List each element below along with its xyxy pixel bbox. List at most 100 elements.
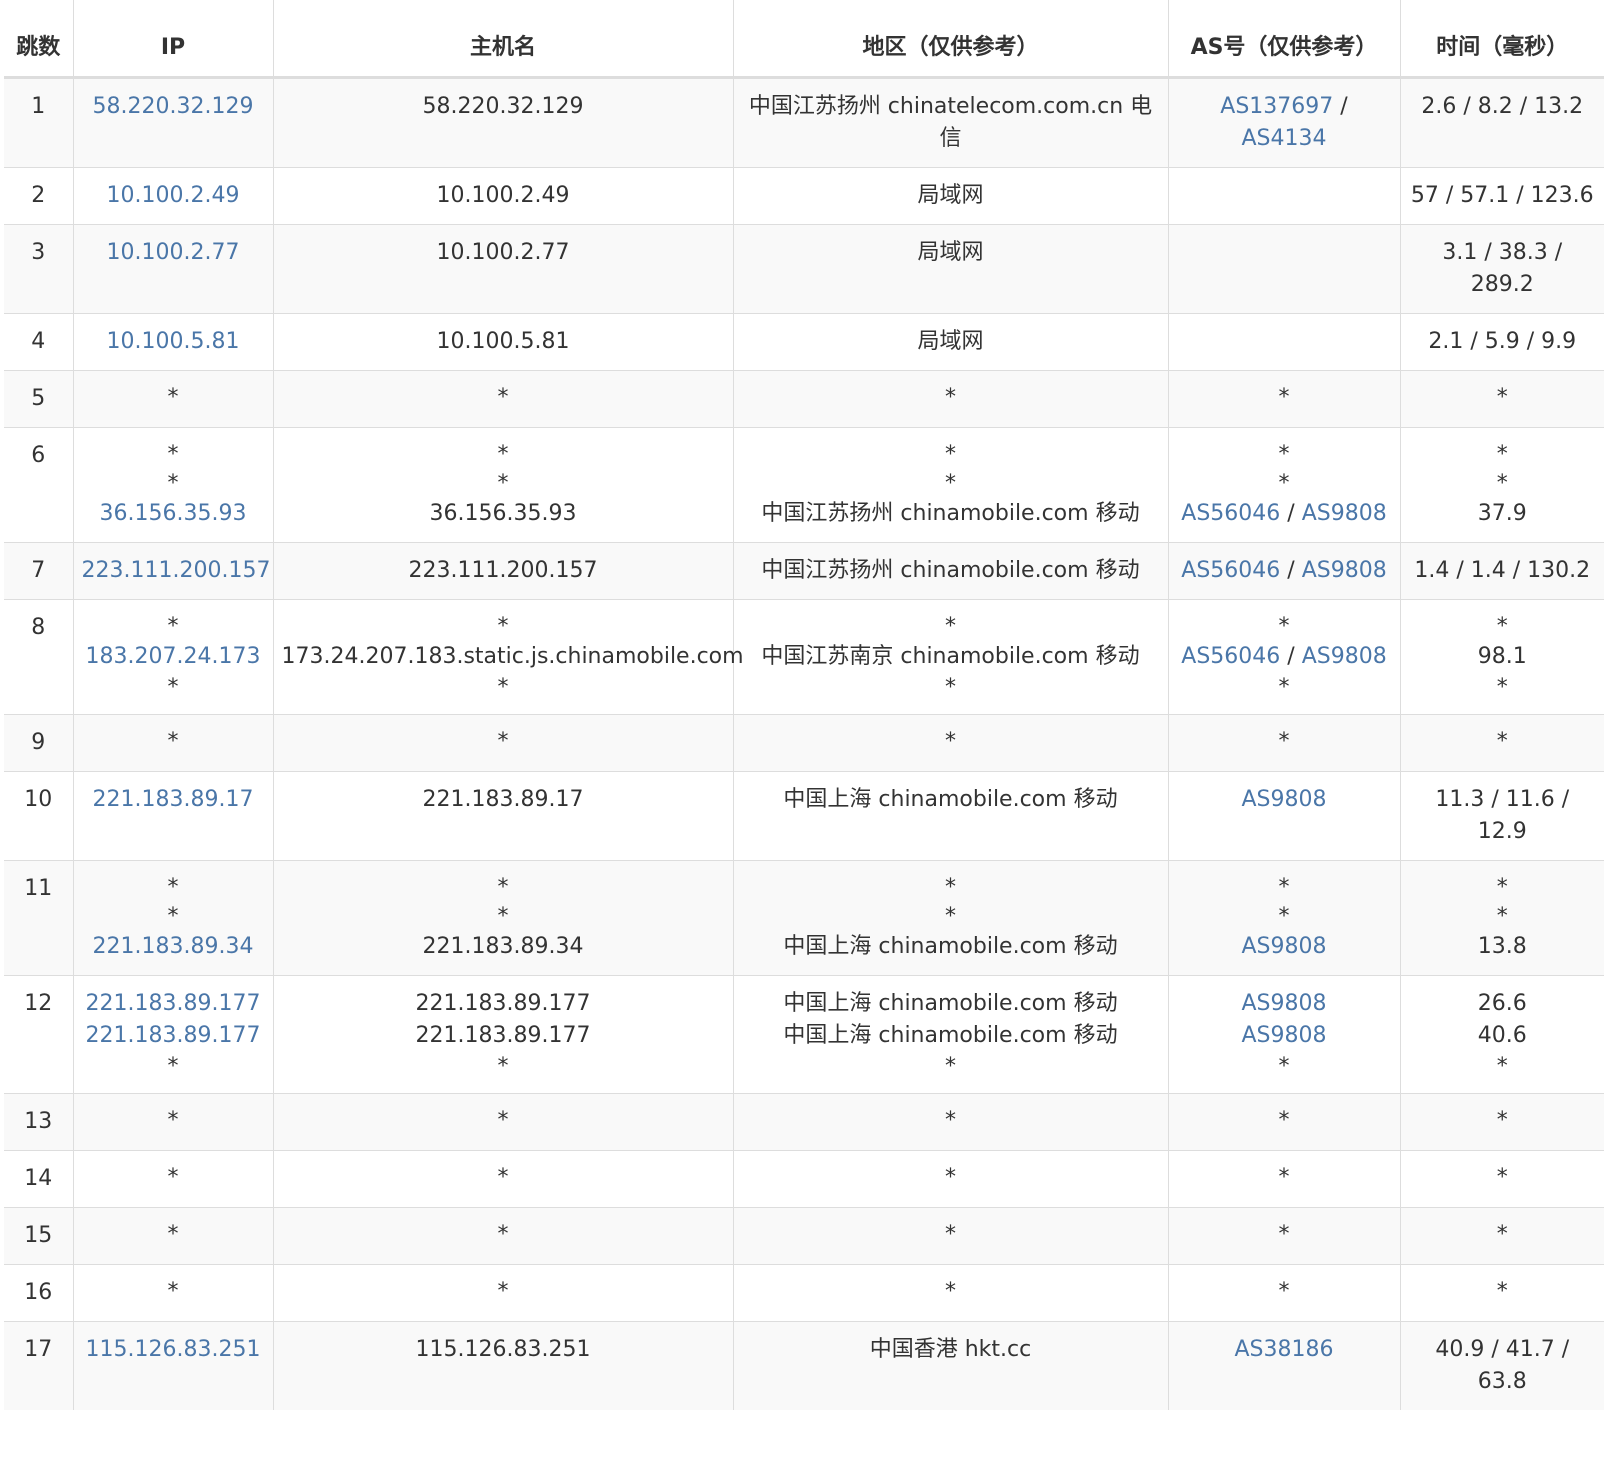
time-text: 2.6 / 8.2 / 13.2: [1421, 94, 1584, 119]
hop-cell: 4: [4, 313, 73, 371]
hostname-text: 221.183.89.177: [415, 1023, 591, 1048]
asn-line: AS137697 / AS4134: [1177, 91, 1392, 155]
ip-link[interactable]: 36.156.35.93: [82, 498, 265, 530]
time-cell: *: [1399, 1150, 1604, 1208]
hostname-cell: * * 36.156.35.93: [272, 427, 733, 543]
timeout-marker: *: [1496, 904, 1508, 929]
ip-link[interactable]: 10.100.2.49: [82, 180, 265, 212]
timeout-marker: *: [1278, 904, 1290, 929]
timeout-marker: *: [497, 729, 509, 754]
ip-cell: 223.111.200.157: [72, 542, 273, 600]
hop-cell: 11: [4, 860, 73, 976]
ip-cell: 221.183.89.17: [72, 771, 273, 861]
table-row: 12 221.183.89.177 221.183.89.177 * 221.183.8…: [4, 975, 1604, 1094]
timeout-marker: *: [167, 1054, 179, 1079]
asn-line: AS9808: [1177, 784, 1392, 816]
timeout-marker: *: [1278, 1279, 1290, 1304]
asn-link[interactable]: AS9808: [1241, 787, 1326, 812]
timeout-marker: *: [167, 904, 179, 929]
timeout-marker: *: [945, 1279, 956, 1304]
ip-link[interactable]: 58.220.32.129: [82, 91, 265, 123]
hop-cell: 10: [4, 771, 73, 861]
time-cell: *: [1399, 1093, 1604, 1151]
hop-cell: 7: [4, 542, 73, 600]
hop-number: 12: [24, 991, 53, 1016]
table-row: 15 * * * * *: [4, 1207, 1604, 1265]
ip-cell: 58.220.32.129: [72, 77, 273, 168]
asn-line: AS9808: [1177, 1020, 1392, 1052]
timeout-marker: *: [497, 442, 509, 467]
table-header: 跳数 IP 主机名 地区（仅供参考） AS号（仅供参考） 时间（毫秒）: [4, 0, 1604, 79]
timeout-marker: *: [497, 1222, 509, 1247]
timeout-marker: *: [1278, 1054, 1290, 1079]
asn-link[interactable]: AS38186: [1235, 1337, 1334, 1362]
region-cell: * * 中国上海 chinamobile.com 移动: [732, 860, 1168, 976]
ip-link[interactable]: 221.183.89.34: [82, 931, 265, 963]
hostname-text: 221.183.89.177: [415, 991, 591, 1016]
ip-link[interactable]: 115.126.83.251: [82, 1334, 265, 1366]
timeout-marker: *: [497, 1279, 509, 1304]
time-text: 13.8: [1477, 934, 1527, 959]
asn-cell: [1167, 224, 1400, 314]
asn-link[interactable]: AS137697: [1220, 94, 1333, 119]
asn-link[interactable]: AS4134: [1241, 126, 1326, 151]
hop-cell: 8: [4, 599, 73, 715]
region-cell: 中国江苏扬州 chinatelecom.com.cn 电信: [732, 77, 1168, 168]
region-cell: *: [732, 714, 1168, 772]
region-cell: 中国香港 hkt.cc: [732, 1321, 1168, 1410]
traceroute-table: 跳数 IP 主机名 地区（仅供参考） AS号（仅供参考） 时间（毫秒） 1 58.…: [4, 0, 1604, 1410]
asn-link[interactable]: AS9808: [1241, 1023, 1326, 1048]
ip-link[interactable]: 221.183.89.177: [82, 988, 265, 1020]
asn-link[interactable]: AS56046: [1181, 501, 1280, 526]
asn-cell: [1167, 313, 1400, 371]
region-cell: *: [732, 1093, 1168, 1151]
asn-cell: AS38186: [1167, 1321, 1400, 1410]
hostname-cell: * * 221.183.89.34: [272, 860, 733, 976]
table-body: 1 58.220.32.129 58.220.32.129 中国江苏扬州 chinat…: [4, 77, 1604, 1410]
ip-link[interactable]: 183.207.24.173: [82, 641, 265, 673]
table-row: 4 10.100.5.81 10.100.5.81 局域网 2.1 / 5.9 / 9.…: [4, 313, 1604, 371]
hostname-text: 58.220.32.129: [422, 94, 584, 119]
timeout-marker: *: [1496, 1222, 1508, 1247]
timeout-marker: *: [1496, 385, 1508, 410]
ip-link[interactable]: 223.111.200.157: [82, 555, 271, 587]
timeout-marker: *: [167, 675, 179, 700]
time-text: 40.9 / 41.7 / 63.8: [1435, 1337, 1570, 1394]
ip-cell: *: [72, 1093, 273, 1151]
hop-number: 17: [24, 1337, 53, 1362]
ip-link[interactable]: 221.183.89.177: [82, 1020, 265, 1052]
asn-link[interactable]: AS56046: [1181, 644, 1280, 669]
asn-link[interactable]: AS9808: [1302, 501, 1387, 526]
asn-link[interactable]: AS9808: [1302, 558, 1387, 583]
ip-link[interactable]: 10.100.5.81: [82, 326, 265, 358]
hop-cell: 14: [4, 1150, 73, 1208]
asn-link[interactable]: AS9808: [1241, 991, 1326, 1016]
time-cell: *: [1399, 714, 1604, 772]
region-cell: *: [732, 1207, 1168, 1265]
timeout-marker: *: [1278, 614, 1290, 639]
table-row: 16 * * * * *: [4, 1264, 1604, 1322]
asn-link[interactable]: AS9808: [1241, 934, 1326, 959]
timeout-marker: *: [497, 875, 509, 900]
table-row: 13 * * * * *: [4, 1093, 1604, 1151]
region-text: 中国上海 chinamobile.com 移动: [783, 934, 1118, 959]
ip-cell: * * 36.156.35.93: [72, 427, 273, 543]
asn-line: AS56046 / AS9808: [1177, 555, 1392, 587]
asn-link[interactable]: AS9808: [1302, 644, 1387, 669]
ip-link[interactable]: 10.100.2.77: [82, 237, 265, 269]
hop-number: 10: [24, 787, 53, 812]
asn-cell: *: [1167, 1207, 1400, 1265]
asn-cell: AS56046 / AS9808: [1167, 542, 1400, 600]
region-text: 局域网: [917, 240, 984, 265]
asn-line: AS56046 / AS9808: [1177, 641, 1392, 673]
timeout-marker: *: [497, 1054, 509, 1079]
ip-link[interactable]: 221.183.89.17: [82, 784, 265, 816]
asn-cell: * AS56046 / AS9808 *: [1167, 599, 1400, 715]
table-row: 3 10.100.2.77 10.100.2.77 局域网 3.1 / 38.3 / 2…: [4, 224, 1604, 314]
timeout-marker: *: [167, 614, 179, 639]
asn-link[interactable]: AS56046: [1181, 558, 1280, 583]
time-cell: 11.3 / 11.6 / 12.9: [1399, 771, 1604, 861]
timeout-marker: *: [1496, 729, 1508, 754]
hop-cell: 16: [4, 1264, 73, 1322]
ip-cell: *: [72, 370, 273, 428]
